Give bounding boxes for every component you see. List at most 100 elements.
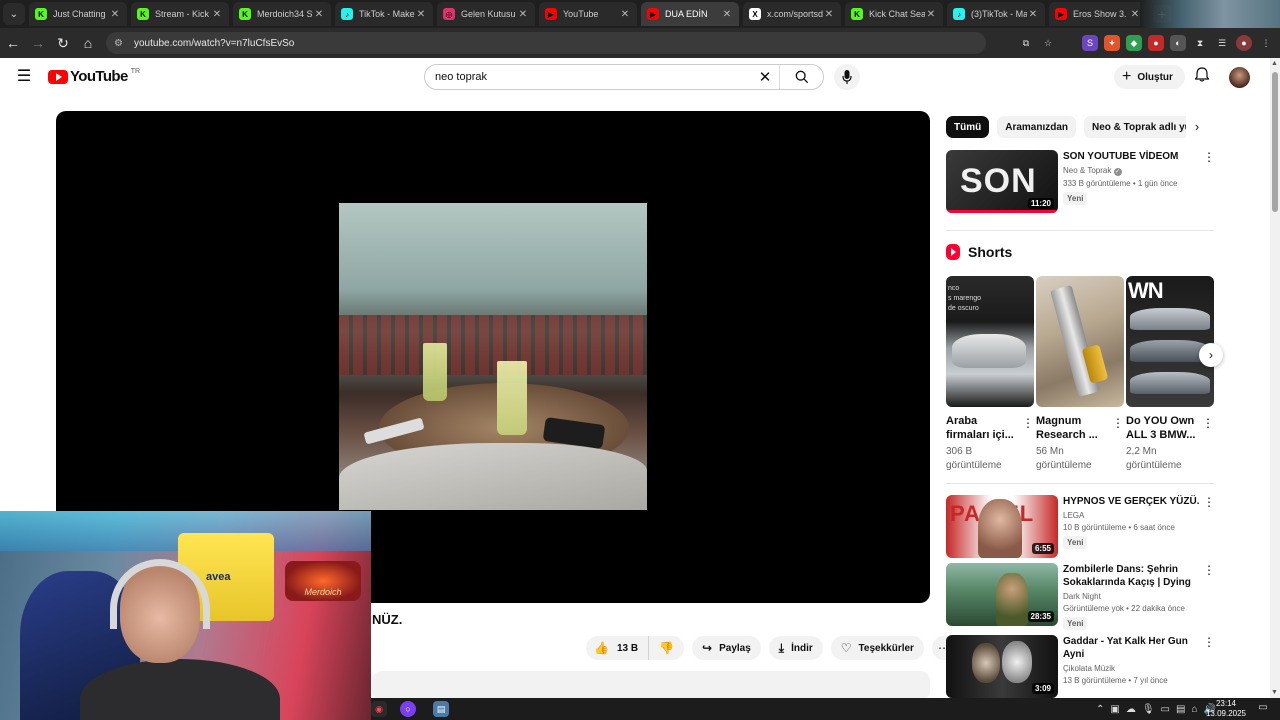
notifications-bell-icon[interactable]	[1192, 67, 1212, 87]
tab-close-icon[interactable]: ✕	[1027, 9, 1039, 20]
search-button[interactable]	[779, 65, 823, 89]
microphone-icon[interactable]: 🎙	[1142, 704, 1155, 715]
channel-name[interactable]: LEGA	[1063, 511, 1201, 520]
browser-tab[interactable]: ▶ DUA EDİN ✕	[641, 2, 739, 26]
tab-media-icon[interactable]: ☰	[1214, 35, 1230, 51]
notification-center-icon[interactable]: ▭	[1255, 702, 1271, 716]
video-title[interactable]: SON YOUTUBE VİDEOM	[1063, 150, 1201, 163]
tab-close-icon[interactable]: ✕	[517, 9, 529, 20]
video-title[interactable]: Zombilerle Dans: Şehrin Sokaklarında Kaç…	[1063, 563, 1201, 589]
video-thumbnail[interactable]: 3:09	[946, 635, 1058, 698]
search-input[interactable]	[425, 71, 751, 83]
channel-name[interactable]: Neo & Toprak ✓	[1063, 166, 1201, 176]
extension-green-icon[interactable]: ◆	[1126, 35, 1142, 51]
network-icon[interactable]: ⌂	[1191, 704, 1197, 715]
description-box[interactable]	[372, 671, 930, 701]
recommendation-item[interactable]: 28:35 Zombilerle Dans: Şehrin Sokakların…	[946, 563, 1216, 630]
tab-close-icon[interactable]: ✕	[313, 9, 325, 20]
like-button[interactable]: 👍 13 B	[586, 636, 650, 660]
browser-tab[interactable]: K Just Chatting ✕	[29, 2, 127, 26]
short-thumbnail[interactable]	[1036, 276, 1124, 407]
install-app-icon[interactable]: ⧉	[1018, 35, 1034, 51]
browser-tab[interactable]: Xx.com/sportsd ✕	[743, 2, 841, 26]
create-button[interactable]: + Oluştur	[1114, 65, 1185, 89]
browser-tab[interactable]: K Merdoich34 St ✕	[233, 2, 331, 26]
video-thumbnail[interactable]: 28:35	[946, 563, 1058, 626]
browser-menu-icon[interactable]: ⋮	[1258, 35, 1274, 51]
download-button[interactable]: ⤓ İndir	[768, 636, 823, 660]
browser-tab[interactable]: ♪ (3)TikTok - Ma ✕	[947, 2, 1045, 26]
share-button[interactable]: ↪ Paylaş	[692, 636, 761, 660]
tab-close-icon[interactable]: ✕	[415, 9, 427, 20]
browser-tab[interactable]: ▶ Eros Show 3. B ✕	[1049, 2, 1147, 26]
short-item[interactable]: Magnum Research ... 56 Mn görüntüleme ⋮	[1036, 276, 1124, 473]
tab-close-icon[interactable]: ✕	[109, 9, 121, 20]
more-options-kebab-icon[interactable]: ⋮	[1202, 150, 1216, 164]
recommendation-item[interactable]: 3:09 Gaddar - Yat Kalk Her Gun Ayni Çiko…	[946, 635, 1216, 699]
extension-red-icon[interactable]: ●	[1148, 35, 1164, 51]
scroll-up-arrow-icon[interactable]: ▲	[1271, 60, 1278, 67]
system-clock[interactable]: 23:14 13.09.2025	[1203, 699, 1249, 719]
back-arrow-icon[interactable]: ←	[1, 31, 25, 55]
reload-icon[interactable]: ↻	[51, 31, 75, 55]
extension-purple-icon[interactable]: S	[1082, 35, 1098, 51]
filter-chip[interactable]: Aramanızdan	[997, 116, 1077, 138]
extension-grey-icon[interactable]: ◐	[1170, 35, 1186, 51]
filter-chip[interactable]: Tümü	[946, 116, 990, 138]
video-thumbnail[interactable]: SON 11:20	[946, 150, 1058, 213]
tab-close-icon[interactable]: ✕	[721, 9, 733, 20]
tab-close-icon[interactable]: ✕	[823, 9, 835, 20]
address-bar[interactable]: ⚙ youtube.com/watch?v=n7luCfsEvSo	[106, 32, 986, 54]
taskbar-app-icon[interactable]: ○	[400, 701, 416, 717]
account-avatar[interactable]	[1229, 67, 1250, 88]
more-options-kebab-icon[interactable]: ⋮	[1022, 416, 1034, 430]
tab-close-icon[interactable]: ✕	[925, 9, 937, 20]
extensions-puzzle-icon[interactable]: ⧗	[1192, 35, 1208, 51]
youtube-logo[interactable]: YouTube TR	[48, 68, 140, 85]
cloud-icon[interactable]: ☁	[1126, 704, 1136, 715]
video-thumbnail[interactable]: PA NEL 6:55	[946, 495, 1058, 558]
short-thumbnail[interactable]: WN	[1126, 276, 1214, 407]
taskbar-app-icon[interactable]: ◉	[371, 701, 387, 717]
browser-tab[interactable]: K Stream - Kick ✕	[131, 2, 229, 26]
short-thumbnail[interactable]: nco s marengo de oscuro	[946, 276, 1034, 407]
channel-name[interactable]: Dark Night	[1063, 592, 1201, 601]
tray-chevron-icon[interactable]: ⌃	[1096, 704, 1104, 715]
scrollbar-thumb[interactable]	[1272, 72, 1278, 212]
forward-arrow-icon[interactable]: →	[26, 31, 50, 55]
chips-next-chevron-icon[interactable]: ›	[1188, 118, 1206, 136]
more-options-kebab-icon[interactable]: ⋮	[1112, 416, 1124, 430]
page-scrollbar[interactable]: ▲ ▼	[1270, 58, 1280, 698]
voice-search-mic-icon[interactable]	[834, 64, 860, 90]
tray-device-icon[interactable]: ▭	[1161, 704, 1170, 715]
more-options-kebab-icon[interactable]: ⋮	[1202, 635, 1216, 649]
tab-close-icon[interactable]: ✕	[619, 9, 631, 20]
more-options-kebab-icon[interactable]: ⋮	[1202, 495, 1216, 509]
clear-search-icon[interactable]: ✕	[751, 68, 779, 86]
recommendation-item[interactable]: SON 11:20 SON YOUTUBE VİDEOM Neo & Topra…	[946, 150, 1216, 214]
dislike-button[interactable]: 👎	[649, 636, 684, 660]
shorts-next-chevron-icon[interactable]: ›	[1199, 343, 1223, 367]
short-item[interactable]: nco s marengo de oscuro Araba firmaları …	[946, 276, 1034, 473]
tray-app-icon[interactable]: ▣	[1110, 704, 1119, 715]
scroll-down-arrow-icon[interactable]: ▼	[1271, 689, 1278, 696]
recommendation-item[interactable]: PA NEL 6:55 HYPNOS VE GERÇEK YÜZÜ. LEGA …	[946, 495, 1216, 559]
tray-app-icon[interactable]: ▤	[1176, 704, 1185, 715]
tab-close-icon[interactable]: ✕	[211, 9, 223, 20]
more-options-kebab-icon[interactable]: ⋮	[1202, 416, 1214, 430]
taskbar-app-icon[interactable]: ▤	[433, 701, 449, 717]
video-title[interactable]: HYPNOS VE GERÇEK YÜZÜ.	[1063, 495, 1201, 508]
bookmark-star-icon[interactable]: ☆	[1040, 35, 1056, 51]
filter-chip[interactable]: Neo & Toprak adlı yükle	[1084, 116, 1186, 138]
site-info-icon[interactable]: ⚙	[114, 38, 126, 49]
video-title[interactable]: Gaddar - Yat Kalk Her Gun Ayni	[1063, 635, 1201, 661]
profile-avatar-icon[interactable]: ●	[1236, 35, 1252, 51]
browser-tab[interactable]: K Kick Chat Sear ✕	[845, 2, 943, 26]
browser-tab[interactable]: ◎ Gelen Kutusu ✕	[437, 2, 535, 26]
more-options-kebab-icon[interactable]: ⋮	[1202, 563, 1216, 577]
browser-tab[interactable]: ▶ YouTube ✕	[539, 2, 637, 26]
thanks-button[interactable]: ♡ Teşekkürler	[830, 636, 924, 660]
home-icon[interactable]: ⌂	[76, 31, 100, 55]
short-item[interactable]: WN Do YOU Own ALL 3 BMW... 2,2 Mn görünt…	[1126, 276, 1214, 473]
browser-tab[interactable]: ♪ TikTok - Make ✕	[335, 2, 433, 26]
